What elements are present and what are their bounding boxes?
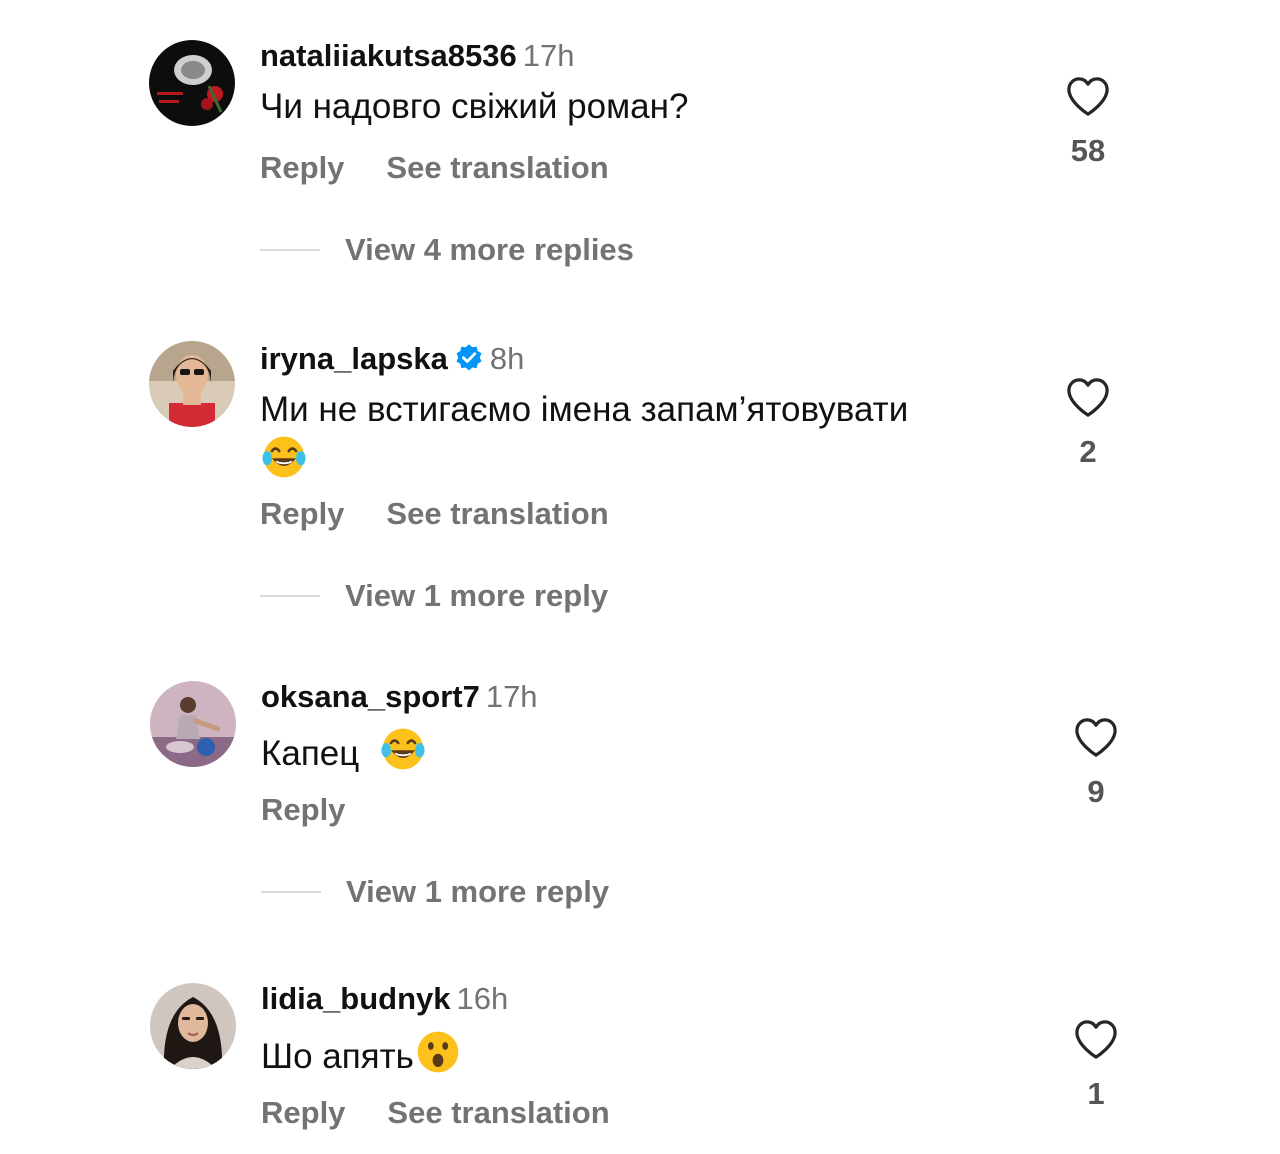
timestamp: 8h (489, 341, 525, 376)
comment-meta: lidia_budnyk 16h (261, 981, 508, 1017)
avatar[interactable] (149, 341, 235, 427)
timestamp: 17h (485, 679, 538, 714)
heart-outline-icon[interactable] (1073, 716, 1119, 758)
reply-button[interactable]: Reply (260, 150, 344, 185)
reply-button[interactable]: Reply (260, 496, 344, 531)
view-replies-button[interactable]: View 4 more replies (345, 232, 634, 268)
face-with-open-mouth-icon (417, 1031, 459, 1073)
like-count: 9 (1087, 774, 1105, 809)
comment-meta: iryna_lapska 8h (260, 341, 524, 377)
username[interactable]: nataliiakutsa8536 (260, 38, 517, 73)
timestamp: 17h (522, 38, 575, 73)
username[interactable]: oksana_sport7 (261, 679, 480, 714)
comment-text-content: Ми не встигаємо імена запам’ятовувати (260, 390, 909, 429)
verified-badge-icon (456, 344, 482, 371)
comment-text-content: Капец (261, 734, 360, 773)
comment-actions: Reply See translation (261, 1095, 610, 1131)
view-replies-row[interactable]: View 4 more replies (260, 232, 634, 268)
comment-actions: Reply (261, 792, 345, 828)
see-translation-button[interactable]: See translation (386, 150, 608, 185)
like-control: 9 (1061, 716, 1131, 810)
like-control: 2 (1053, 376, 1123, 470)
comment-text: Капец (261, 725, 1021, 777)
comment-text-content: Шо апять (261, 1037, 414, 1076)
reply-button[interactable]: Reply (261, 1095, 345, 1130)
like-count: 1 (1087, 1076, 1105, 1111)
username[interactable]: iryna_lapska (260, 341, 448, 376)
heart-outline-icon[interactable] (1065, 376, 1111, 418)
comment-text: Шо апять (261, 1028, 1021, 1080)
see-translation-button[interactable]: See translation (387, 1095, 609, 1130)
like-count: 58 (1070, 133, 1106, 168)
timestamp: 16h (456, 981, 509, 1016)
replies-divider (260, 595, 320, 597)
see-translation-button[interactable]: See translation (386, 496, 608, 531)
heart-outline-icon[interactable] (1065, 75, 1111, 117)
comment-meta: nataliiakutsa8536 17h (260, 38, 575, 74)
comment-text: Чи надовго свіжий роман? (260, 87, 689, 126)
view-replies-row[interactable]: View 1 more reply (261, 874, 609, 910)
like-control: 58 (1053, 75, 1123, 169)
comment-text: Ми не встигаємо імена запам’ятовувати (260, 387, 1020, 485)
view-replies-button[interactable]: View 1 more reply (346, 874, 609, 910)
comment-actions: Reply See translation (260, 496, 609, 532)
avatar[interactable] (150, 983, 236, 1069)
view-replies-button[interactable]: View 1 more reply (345, 578, 608, 614)
replies-divider (260, 249, 320, 251)
like-control: 1 (1061, 1018, 1131, 1112)
heart-outline-icon[interactable] (1073, 1018, 1119, 1060)
avatar[interactable] (150, 681, 236, 767)
like-count: 2 (1079, 434, 1097, 469)
view-replies-row[interactable]: View 1 more reply (260, 578, 608, 614)
face-with-tears-of-joy-icon (262, 436, 306, 478)
comment-actions: Reply See translation (260, 150, 609, 186)
reply-button[interactable]: Reply (261, 792, 345, 827)
avatar[interactable] (149, 40, 235, 126)
comment-meta: oksana_sport7 17h (261, 679, 538, 715)
face-with-tears-of-joy-icon (381, 728, 425, 770)
username[interactable]: lidia_budnyk (261, 981, 450, 1016)
replies-divider (261, 891, 321, 893)
